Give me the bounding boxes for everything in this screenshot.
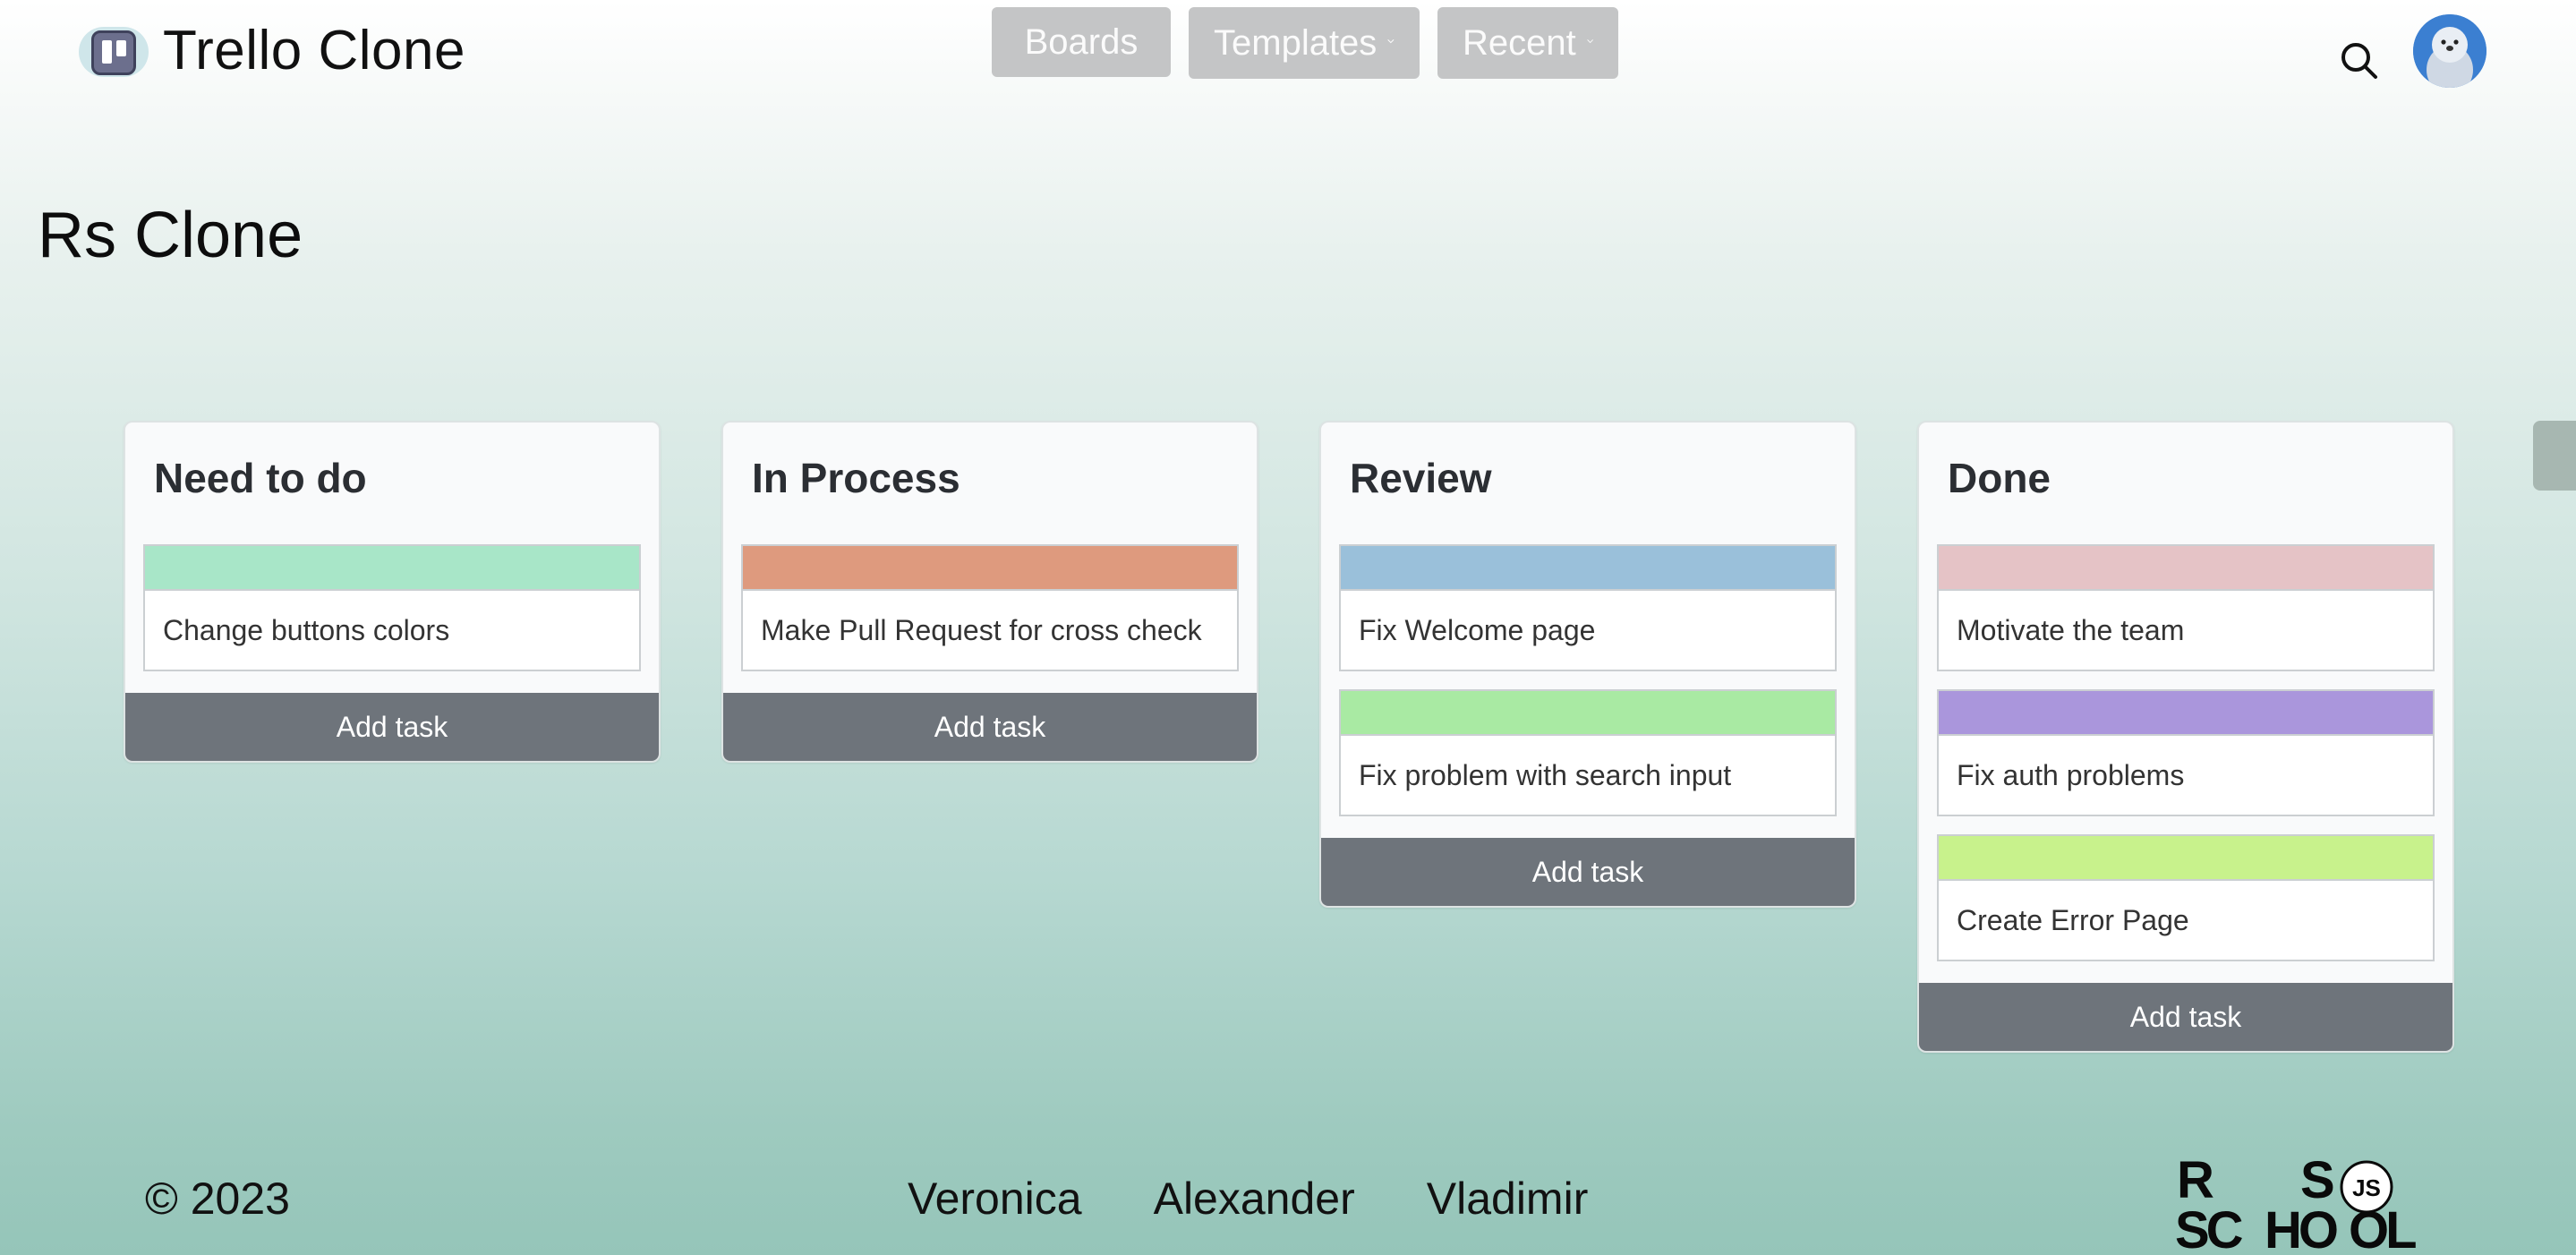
chevron-down-icon xyxy=(1587,39,1593,44)
card-text: Make Pull Request for cross check xyxy=(743,589,1237,670)
card-text: Fix problem with search input xyxy=(1341,734,1835,815)
card-label-color xyxy=(1939,691,2433,734)
author-link-veronica[interactable]: Veronica xyxy=(908,1173,1082,1225)
card-label-color xyxy=(1939,836,2433,879)
card-text: Motivate the team xyxy=(1939,589,2433,670)
card-label-color xyxy=(1341,691,1835,734)
card-label-color xyxy=(1939,546,2433,589)
recent-dropdown[interactable]: Recent xyxy=(1437,7,1618,79)
card-label-color xyxy=(1341,546,1835,589)
card-label-color xyxy=(145,546,639,589)
trello-board-icon xyxy=(79,18,150,82)
recent-dropdown-label: Recent xyxy=(1463,22,1576,63)
logo-letters-ho: HO xyxy=(2265,1201,2337,1251)
column-done: Done Motivate the team Fix auth problems… xyxy=(1917,421,2454,1053)
boards-button[interactable]: Boards xyxy=(992,7,1171,77)
add-task-button[interactable]: Add task xyxy=(125,693,659,761)
rs-school-logo[interactable]: R S SC HO OL JS xyxy=(2175,1153,2429,1251)
horizontal-scroll-handle[interactable] xyxy=(2533,421,2576,491)
templates-dropdown-label: Templates xyxy=(1214,22,1378,63)
boards-button-label: Boards xyxy=(1024,21,1139,62)
seal-avatar-icon[interactable] xyxy=(2413,14,2486,88)
app-logo[interactable]: Trello Clone xyxy=(79,18,465,82)
column-title: Done xyxy=(1948,455,2051,501)
author-link-vladimir[interactable]: Vladimir xyxy=(1427,1173,1589,1225)
task-card[interactable]: Fix auth problems xyxy=(1937,689,2435,816)
templates-dropdown[interactable]: Templates xyxy=(1189,7,1420,79)
card-text: Change buttons colors xyxy=(145,589,639,670)
task-card[interactable]: Create Error Page xyxy=(1937,834,2435,961)
logo-letters-sc: SC xyxy=(2175,1201,2243,1251)
author-links: Veronica Alexander Vladimir xyxy=(908,1173,1588,1225)
search-icon[interactable] xyxy=(2338,39,2381,82)
board-title: Rs Clone xyxy=(38,200,303,271)
column-need-to-do: Need to do Change buttons colors Add tas… xyxy=(124,421,661,763)
card-text: Fix auth problems xyxy=(1939,734,2433,815)
task-card[interactable]: Make Pull Request for cross check xyxy=(741,544,1239,671)
task-card[interactable]: Motivate the team xyxy=(1937,544,2435,671)
app-title: Trello Clone xyxy=(163,19,465,81)
add-task-button[interactable]: Add task xyxy=(1321,838,1855,906)
logo-js-badge: JS xyxy=(2352,1174,2381,1201)
column-title: Need to do xyxy=(154,455,367,501)
author-link-alexander[interactable]: Alexander xyxy=(1154,1173,1355,1225)
add-task-button[interactable]: Add task xyxy=(723,693,1257,761)
task-card[interactable]: Fix problem with search input xyxy=(1339,689,1837,816)
column-review: Review Fix Welcome page Fix problem with… xyxy=(1319,421,1856,908)
column-title: In Process xyxy=(752,455,960,501)
chevron-down-icon xyxy=(1387,39,1395,44)
task-card[interactable]: Fix Welcome page xyxy=(1339,544,1837,671)
card-text: Fix Welcome page xyxy=(1341,589,1835,670)
task-card[interactable]: Change buttons colors xyxy=(143,544,641,671)
card-label-color xyxy=(743,546,1237,589)
main-nav: Boards Templates Recent xyxy=(992,7,1618,79)
card-text: Create Error Page xyxy=(1939,879,2433,960)
column-in-process: In Process Make Pull Request for cross c… xyxy=(721,421,1258,763)
column-title: Review xyxy=(1350,455,1492,501)
add-task-button[interactable]: Add task xyxy=(1919,983,2452,1051)
copyright: © 2023 xyxy=(145,1174,290,1224)
